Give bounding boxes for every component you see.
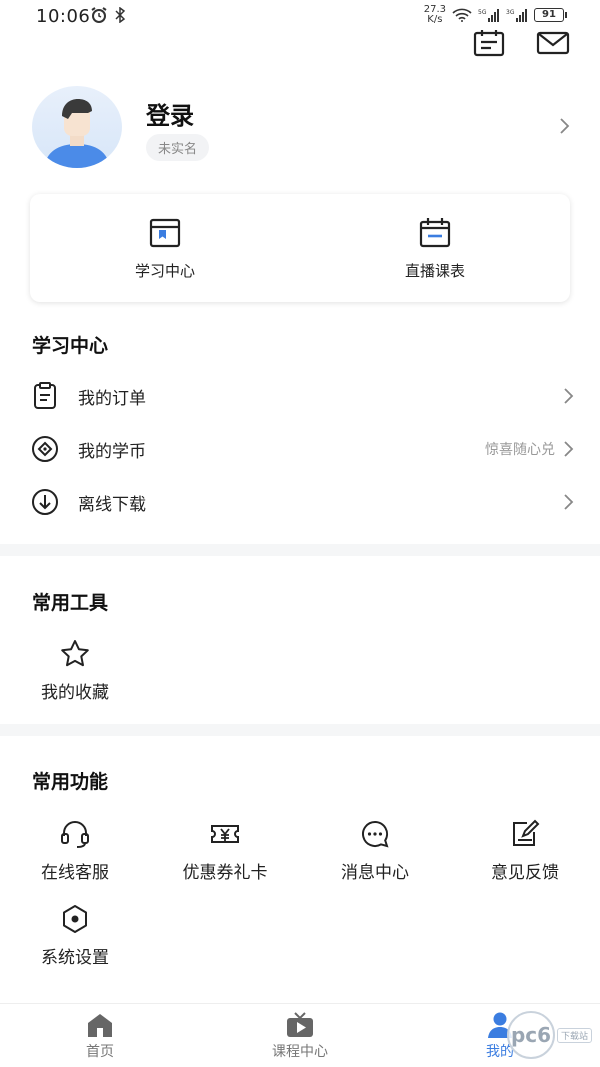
study-section-title: 学习中心: [32, 335, 109, 357]
nav-courses-label: 课程中心: [272, 1043, 328, 1060]
study-center-icon: [149, 218, 181, 247]
functions-section-title: 常用功能: [32, 771, 109, 793]
grid-item-settings-label: 系统设置: [41, 948, 109, 968]
login-title[interactable]: 登录: [146, 96, 194, 131]
alarm-icon: [91, 7, 107, 23]
watermark-tag: 下载站: [556, 1027, 592, 1043]
quick-study-center[interactable]: 学习中心: [30, 194, 300, 302]
default-avatar-icon: [44, 99, 110, 168]
feedback-icon: [513, 819, 540, 846]
top-actions: [472, 28, 570, 58]
battery-indicator: 91: [534, 8, 567, 22]
signal-5g-icon: 5G: [478, 9, 499, 22]
section-divider: [0, 724, 600, 736]
status-time: 10:06: [36, 6, 91, 27]
grid-item-settings[interactable]: 系统设置: [15, 903, 135, 968]
realname-badge: 未实名: [146, 134, 210, 161]
list-item-orders-label: 我的订单: [78, 388, 146, 409]
section-divider: [0, 544, 600, 556]
quick-live-schedule[interactable]: 直播课表: [300, 194, 570, 302]
coins-hint: 惊喜随心兑: [485, 442, 555, 458]
grid-item-favorites-label: 我的收藏: [41, 683, 109, 703]
coupon-icon: [211, 825, 239, 843]
order-icon: [34, 382, 56, 409]
grid-item-coupons-label: 优惠券礼卡: [182, 863, 268, 883]
status-left-icons: [90, 7, 126, 23]
message-icon: [362, 820, 389, 848]
svg-text:5G: 5G: [478, 9, 487, 16]
course-icon: [287, 1011, 313, 1037]
status-right: 27.3 K/s 5G 3G 91: [423, 4, 567, 25]
chevron-right-icon: [564, 388, 574, 404]
list-item-coins[interactable]: 我的学币 惊喜随心兑: [30, 423, 575, 475]
live-schedule-icon: [419, 217, 451, 247]
chevron-right-icon: [560, 118, 570, 134]
home-icon: [88, 1013, 112, 1037]
headset-icon: [61, 821, 89, 848]
nav-home[interactable]: 首页: [0, 1004, 200, 1067]
chevron-right-icon: [564, 494, 574, 510]
bluetooth-icon: [115, 7, 126, 23]
grid-item-coupons[interactable]: 优惠券礼卡: [165, 818, 285, 883]
quick-study-center-label: 学习中心: [134, 261, 195, 280]
grid-item-feedback-label: 意见反馈: [491, 863, 559, 883]
svg-text:3G: 3G: [506, 9, 515, 16]
grid-item-customer-service[interactable]: 在线客服: [15, 818, 135, 883]
wifi-icon: [452, 8, 472, 22]
watermark-logo: pc6: [506, 1011, 555, 1059]
tools-section-title: 常用工具: [32, 592, 109, 614]
quick-entry-card: 学习中心 直播课表: [30, 194, 570, 302]
grid-item-messages[interactable]: 消息中心: [315, 818, 435, 883]
grid-item-feedback[interactable]: 意见反馈: [465, 818, 585, 883]
grid-item-messages-label: 消息中心: [341, 863, 409, 883]
list-item-offline-download-label: 离线下载: [78, 494, 146, 515]
grid-item-customer-service-label: 在线客服: [41, 863, 109, 883]
chevron-right-icon: [564, 441, 574, 457]
signal-3g-icon: 3G: [506, 9, 527, 22]
profile-header[interactable]: 登录 未实名: [30, 86, 575, 170]
coin-icon: [32, 436, 58, 462]
avatar[interactable]: [32, 86, 122, 168]
settings-icon: [63, 905, 87, 933]
watermark: pc6 下载站: [506, 1011, 592, 1059]
grid-item-favorites[interactable]: 我的收藏: [15, 638, 135, 703]
list-item-offline-download[interactable]: 离线下载: [30, 476, 575, 528]
star-icon: [61, 640, 89, 667]
quick-live-schedule-label: 直播课表: [404, 261, 465, 280]
nav-courses[interactable]: 课程中心: [200, 1004, 400, 1067]
mail-icon[interactable]: [536, 28, 570, 58]
calendar-icon[interactable]: [472, 28, 506, 58]
nav-home-label: 首页: [86, 1043, 114, 1060]
list-item-orders[interactable]: 我的订单: [30, 370, 575, 422]
list-item-coins-label: 我的学币: [78, 441, 146, 462]
download-icon: [32, 489, 58, 515]
network-speed: 27.3 K/s: [423, 4, 446, 25]
